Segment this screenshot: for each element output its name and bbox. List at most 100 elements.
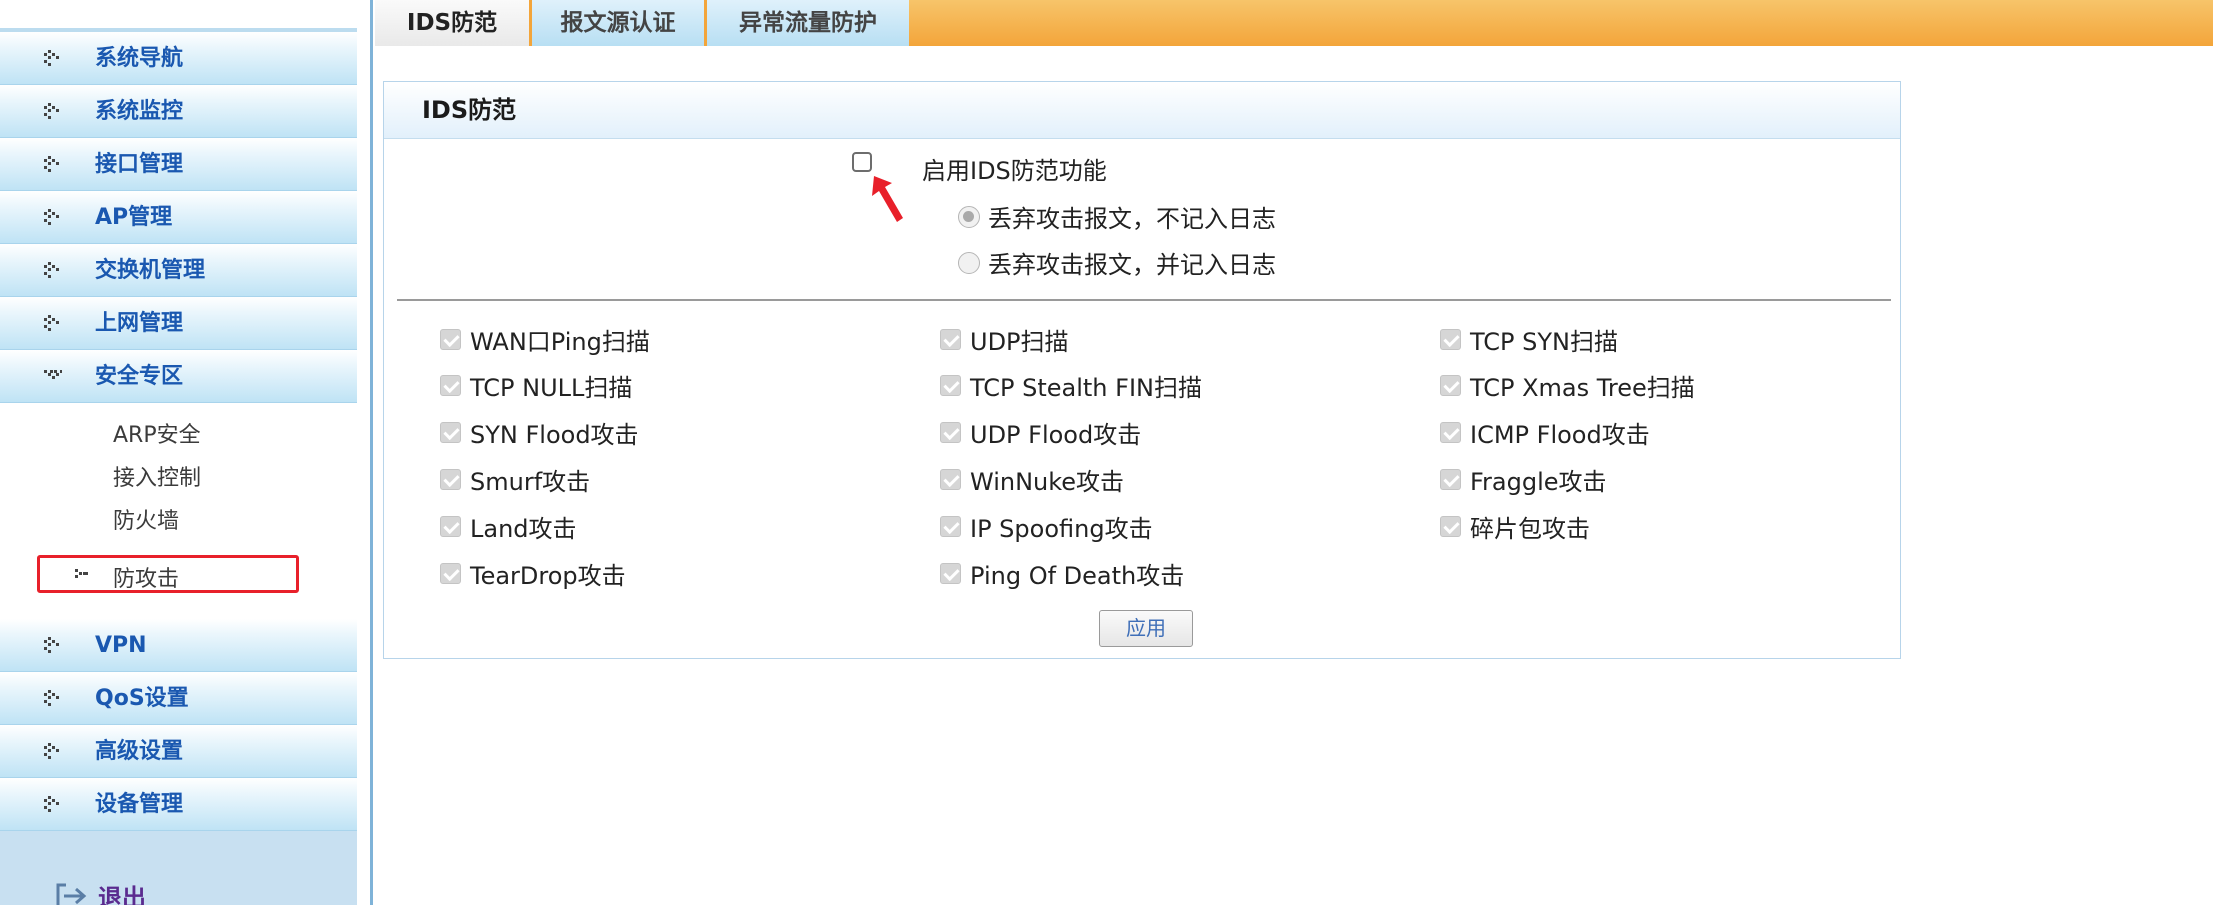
submenu-item-access-control[interactable]: 接入控制 — [113, 460, 201, 492]
sidebar-item-ap-management[interactable]: AP管理 — [0, 191, 357, 244]
logout-button[interactable]: 退出 — [52, 878, 146, 905]
option-icmp-flood: ICMP Flood攻击 — [1440, 415, 1650, 450]
option-label: 碎片包攻击 — [1470, 515, 1590, 543]
option-checkbox[interactable] — [440, 469, 461, 490]
sidebar-item-label: VPN — [95, 633, 147, 658]
annotation-arrow-icon — [872, 176, 903, 222]
sidebar: 系统导航 系统监控 接口管理 AP管理 交换机管理 上网管理 安全专区 ARP安… — [0, 0, 357, 905]
sidebar-divider — [370, 0, 373, 905]
option-checkbox[interactable] — [1440, 329, 1461, 350]
option-checkbox[interactable] — [1440, 469, 1461, 490]
option-checkbox[interactable] — [940, 422, 961, 443]
option-checkbox[interactable] — [940, 516, 961, 537]
option-checkbox[interactable] — [440, 516, 461, 537]
triple-arrow-right-icon — [44, 156, 59, 172]
tab-packet-source-auth[interactable]: 报文源认证 — [529, 0, 704, 46]
option-label: Fraggle攻击 — [1470, 468, 1607, 496]
apply-button[interactable]: 应用 — [1099, 610, 1193, 647]
sidebar-item-security-zone[interactable]: 安全专区 — [0, 350, 357, 403]
radio-discard-and-log[interactable] — [958, 251, 980, 274]
option-checkbox[interactable] — [440, 375, 461, 396]
option-tcp-null-scan: TCP NULL扫描 — [440, 368, 632, 403]
option-wan-ping-scan: WAN口Ping扫描 — [440, 322, 650, 357]
tab-bar: IDS防范 报文源认证 异常流量防护 — [375, 0, 2213, 46]
option-checkbox[interactable] — [940, 563, 961, 584]
option-smurf: Smurf攻击 — [440, 462, 590, 497]
option-tcp-xmas-tree-scan: TCP Xmas Tree扫描 — [1440, 368, 1695, 403]
sidebar-item-switch-management[interactable]: 交换机管理 — [0, 244, 357, 297]
triple-arrow-right-icon — [44, 690, 59, 706]
enable-ids-row — [852, 152, 872, 172]
option-label: UDP扫描 — [970, 328, 1069, 356]
option-label: WinNuke攻击 — [970, 468, 1125, 496]
enable-ids-checkbox[interactable] — [852, 152, 872, 172]
option-teardrop: TearDrop攻击 — [440, 556, 626, 591]
small-arrow-right-icon — [75, 569, 88, 578]
option-label: ICMP Flood攻击 — [1470, 421, 1650, 449]
radio-label: 丢弃攻击报文，并记入日志 — [988, 251, 1276, 279]
option-label: SYN Flood攻击 — [470, 421, 639, 449]
tab-ids-prevention[interactable]: IDS防范 — [375, 0, 529, 46]
panel-title: IDS防范 — [422, 96, 517, 124]
tab-abnormal-traffic-protection[interactable]: 异常流量防护 — [704, 0, 909, 46]
sidebar-item-label: 设备管理 — [95, 792, 184, 817]
submenu-item-firewall[interactable]: 防火墙 — [113, 503, 179, 535]
triple-arrow-right-icon — [44, 315, 59, 331]
option-udp-flood: UDP Flood攻击 — [940, 415, 1141, 450]
sidebar-item-label: AP管理 — [95, 205, 173, 230]
sidebar-menu: 系统导航 系统监控 接口管理 AP管理 交换机管理 上网管理 安全专区 ARP安… — [0, 32, 357, 831]
submenu-item-anti-attack[interactable]: 防攻击 — [113, 561, 179, 593]
option-checkbox[interactable] — [1440, 375, 1461, 396]
triple-arrow-right-icon — [44, 637, 59, 653]
radio-discard-no-log[interactable] — [958, 205, 980, 228]
option-checkbox[interactable] — [440, 563, 461, 584]
option-label: IP Spoofing攻击 — [970, 515, 1153, 543]
sidebar-item-advanced-settings[interactable]: 高级设置 — [0, 725, 357, 778]
sidebar-item-interface-management[interactable]: 接口管理 — [0, 138, 357, 191]
radio-row-discard-no-log: 丢弃攻击报文，不记入日志 — [958, 199, 1276, 234]
triple-arrow-right-icon — [44, 743, 59, 759]
option-checkbox[interactable] — [440, 422, 461, 443]
panel-header: IDS防范 — [384, 82, 1900, 139]
option-checkbox[interactable] — [940, 375, 961, 396]
option-label: TCP SYN扫描 — [1470, 328, 1618, 356]
option-label: TCP Stealth FIN扫描 — [970, 374, 1202, 402]
sidebar-item-vpn[interactable]: VPN — [0, 619, 357, 672]
sidebar-item-qos-settings[interactable]: QoS设置 — [0, 672, 357, 725]
sidebar-item-label: 系统监控 — [95, 99, 184, 124]
sidebar-item-device-management[interactable]: 设备管理 — [0, 778, 357, 831]
option-winnuke: WinNuke攻击 — [940, 462, 1124, 497]
triple-arrow-right-icon — [44, 50, 59, 66]
sidebar-item-system-monitor[interactable]: 系统监控 — [0, 85, 357, 138]
sidebar-item-internet-management[interactable]: 上网管理 — [0, 297, 357, 350]
sidebar-item-label: 高级设置 — [95, 739, 184, 764]
option-checkbox[interactable] — [1440, 516, 1461, 537]
option-checkbox[interactable] — [940, 329, 961, 350]
option-checkbox[interactable] — [940, 469, 961, 490]
triple-arrow-right-icon — [44, 262, 59, 278]
sidebar-item-label: QoS设置 — [95, 686, 189, 711]
option-label: WAN口Ping扫描 — [470, 328, 650, 356]
app-root: 系统导航 系统监控 接口管理 AP管理 交换机管理 上网管理 安全专区 ARP安… — [0, 0, 2213, 905]
option-checkbox[interactable] — [1440, 422, 1461, 443]
option-fraggle: Fraggle攻击 — [1440, 462, 1607, 497]
option-checkbox[interactable] — [440, 329, 461, 350]
option-label: TCP Xmas Tree扫描 — [1470, 374, 1695, 402]
option-land: Land攻击 — [440, 509, 577, 544]
ids-panel: IDS防范 启用IDS防范功能 丢弃攻击报文，不记入日志 丢弃攻击报文，并记入日… — [383, 81, 1901, 659]
logout-label: 退出 — [98, 884, 146, 905]
option-tcp-stealth-fin-scan: TCP Stealth FIN扫描 — [940, 368, 1202, 403]
triple-arrow-right-icon — [44, 796, 59, 812]
option-ping-of-death: Ping Of Death攻击 — [940, 556, 1184, 591]
triple-arrow-right-icon — [44, 103, 59, 119]
triple-arrow-right-icon — [44, 209, 59, 225]
option-label: UDP Flood攻击 — [970, 421, 1142, 449]
submenu-item-arp-security[interactable]: ARP安全 — [113, 417, 201, 449]
security-submenu: ARP安全 接入控制 防火墙 — [0, 403, 357, 557]
option-ip-spoofing: IP Spoofing攻击 — [940, 509, 1153, 544]
option-label: Ping Of Death攻击 — [970, 562, 1185, 590]
option-label: TearDrop攻击 — [470, 562, 626, 590]
sidebar-item-system-navigation[interactable]: 系统导航 — [0, 32, 357, 85]
sidebar-item-label: 交换机管理 — [95, 258, 206, 283]
option-syn-flood: SYN Flood攻击 — [440, 415, 639, 450]
